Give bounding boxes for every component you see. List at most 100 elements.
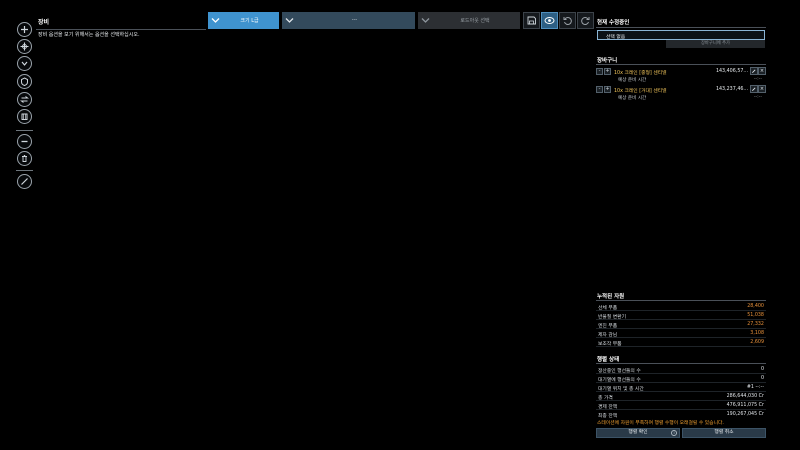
tool-rail-button[interactable] — [17, 56, 32, 71]
save-icon — [527, 16, 536, 25]
shield-icon — [21, 77, 28, 87]
resource-row: 반물질 변환기 51,038 — [596, 311, 766, 320]
ready-time-value: --:-- — [753, 95, 762, 100]
current-selection-field[interactable]: 선택 없음 — [597, 30, 765, 40]
status-row: 최종 잔액 190,267,045 Cr — [596, 410, 766, 419]
ready-time-label: 예상 준비 시간 — [618, 78, 647, 83]
remove-item-button[interactable]: × — [758, 85, 766, 93]
chevron-down-icon — [211, 18, 220, 23]
info-icon: i — [671, 430, 677, 436]
ship-size-value: 크기 L급 — [240, 18, 259, 24]
status-row: 총 가격 286,644,030 Cr — [596, 392, 766, 401]
tool-rail-button[interactable] — [17, 151, 32, 166]
section-divider — [596, 300, 766, 301]
resource-row: 선체 부품 28,400 — [596, 302, 766, 311]
resources-title: 누적된 자원 — [597, 294, 625, 300]
eye-icon — [544, 17, 555, 24]
resource-value: 3,108 — [750, 331, 764, 336]
cart-item: - + 10x 크레인 [거대] 센티넬 143,237,46... × — [596, 85, 766, 94]
status-row: 정산중인 행선들의 수 0 — [596, 365, 766, 374]
resource-row: 제자 감님 3,108 — [596, 329, 766, 338]
resource-label: 제자 감님 — [598, 333, 618, 338]
section-divider — [596, 64, 766, 65]
increase-quantity-button[interactable]: + — [604, 86, 611, 93]
ship-model-value: --- — [351, 17, 358, 23]
cart-item-name: 10x 크레인 [중형] 센티넬 — [614, 71, 667, 76]
save-loadout-button[interactable] — [523, 12, 540, 29]
confirm-queue-button[interactable]: 행렬 확인 i — [596, 428, 680, 438]
status-value: 0 — [760, 376, 764, 381]
cancel-queue-button[interactable]: 행렬 취소 — [682, 428, 766, 438]
rail-divider — [16, 170, 33, 171]
resource-label: 엔진 부품 — [598, 324, 618, 329]
move-icon — [20, 42, 29, 51]
section-divider — [596, 27, 766, 28]
decrease-quantity-button[interactable]: - — [596, 68, 603, 75]
crate-icon — [21, 113, 28, 120]
resource-value: 2,609 — [750, 340, 764, 345]
edit-item-button[interactable] — [750, 85, 758, 93]
edit-item-button[interactable] — [750, 67, 758, 75]
equipment-header: 장비 — [36, 13, 206, 30]
status-row: 경제 잔액 476,911,075 Cr — [596, 401, 766, 410]
status-label: 총 가격 — [598, 396, 613, 401]
status-value: 286,644,030 Cr — [726, 394, 764, 399]
redo-button[interactable] — [577, 12, 594, 29]
tool-rail-button[interactable] — [17, 74, 32, 89]
cart-item: - + 10x 크레인 [중형] 센티넬 143,406,57... × — [596, 67, 766, 76]
status-label: 정산중인 행선들의 수 — [598, 369, 641, 374]
ready-time-label: 예상 준비 시간 — [618, 96, 647, 101]
close-icon: × — [759, 68, 765, 74]
loadout-value: 로드아웃 선택 — [460, 18, 490, 24]
tool-rail-button[interactable] — [17, 92, 32, 107]
tool-rail-button[interactable] — [17, 109, 32, 124]
resource-value: 28,400 — [747, 304, 764, 309]
plus-circle-icon — [21, 26, 28, 33]
ship-model-dropdown[interactable]: --- — [282, 12, 415, 29]
section-divider — [596, 363, 766, 364]
queue-status-title: 행렬 상태 — [597, 357, 620, 363]
resource-row: 보조작 부품 2,609 — [596, 338, 766, 347]
cart-item-price: 143,406,57... — [715, 69, 748, 74]
increase-quantity-button[interactable]: + — [604, 68, 611, 75]
status-value: #1 --:-- — [746, 385, 764, 390]
rail-divider — [16, 130, 33, 131]
decrease-quantity-button[interactable]: - — [596, 86, 603, 93]
toggle-view-button[interactable] — [541, 12, 558, 29]
add-to-cart-button[interactable]: 장바구니에 추가 — [666, 40, 765, 48]
cart-item-ready-time: 예상 준비 시간 --:-- — [596, 94, 766, 102]
resource-row: 엔진 부품 27,332 — [596, 320, 766, 329]
status-label: 대기열 위치 및 총 시간 — [598, 387, 644, 392]
cancel-icon — [21, 178, 28, 185]
status-label: 대기열에 행선들의 수 — [598, 378, 641, 383]
cart-item-price: 143,237,46... — [715, 87, 748, 92]
edit-icon — [752, 69, 756, 73]
tool-rail-button[interactable] — [17, 39, 32, 54]
loadout-dropdown[interactable]: 로드아웃 선택 — [418, 12, 520, 29]
undo-icon — [563, 17, 572, 26]
resource-label: 선체 부품 — [598, 306, 618, 311]
ready-time-value: --:-- — [753, 77, 762, 82]
current-selection-value: 선택 없음 — [606, 34, 626, 40]
resource-label: 보조작 부품 — [598, 342, 622, 347]
current-ship-title: 현재 수정중인 — [597, 20, 630, 26]
resource-warning-text: 스테이션에 자원이 부족하여 행렬 수행이 오래걸릴 수 있습니다. — [597, 421, 724, 426]
chevron-down-icon — [285, 18, 294, 23]
swap-icon — [20, 96, 29, 103]
remove-item-button[interactable]: × — [758, 67, 766, 75]
status-row: 대기열 위치 및 총 시간 #1 --:-- — [596, 383, 766, 392]
ship-size-dropdown[interactable]: 크기 L급 — [208, 12, 279, 29]
status-label: 경제 잔액 — [598, 405, 618, 410]
tool-rail-button[interactable] — [17, 22, 32, 37]
tool-rail-button[interactable] — [17, 134, 32, 149]
status-value: 476,911,075 Cr — [726, 403, 764, 408]
resource-label: 반물질 변환기 — [598, 315, 627, 320]
tool-rail-button[interactable] — [17, 174, 32, 189]
undo-button[interactable] — [559, 12, 576, 29]
trash-icon — [22, 155, 27, 162]
minus-circle-icon — [21, 140, 28, 143]
resource-value: 27,332 — [747, 322, 764, 327]
equipment-hint-text: 장비 옵션을 보기 위해서는 옵션을 선택하십시오. — [38, 32, 140, 38]
resource-value: 51,038 — [747, 313, 764, 318]
redo-icon — [581, 17, 590, 26]
